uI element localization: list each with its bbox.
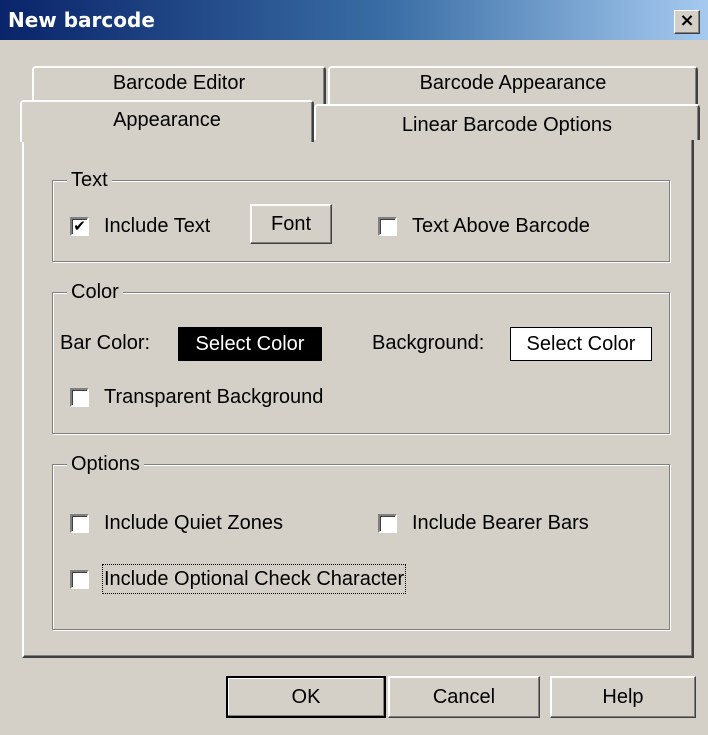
tab-label: Barcode Appearance bbox=[419, 72, 607, 94]
close-icon: × bbox=[679, 10, 695, 31]
tab-barcode-editor[interactable]: Barcode Editor bbox=[32, 66, 326, 104]
color-group-label: Color bbox=[67, 279, 123, 305]
include-quiet-zones-checkbox[interactable] bbox=[70, 514, 89, 533]
cancel-button-label: Cancel bbox=[432, 686, 496, 708]
tab-barcode-appearance[interactable]: Barcode Appearance bbox=[328, 66, 698, 104]
help-button[interactable]: Help bbox=[550, 676, 696, 718]
cancel-button[interactable]: Cancel bbox=[388, 676, 540, 718]
ok-button[interactable]: OK bbox=[226, 676, 386, 718]
include-optional-check-character-checkbox[interactable] bbox=[70, 570, 89, 589]
bar-color-label: Bar Color: bbox=[60, 332, 151, 354]
background-color-button[interactable]: Select Color bbox=[510, 327, 652, 361]
text-above-barcode-label: Text Above Barcode bbox=[412, 215, 590, 237]
tab-label: Barcode Editor bbox=[112, 72, 246, 94]
background-label: Background: bbox=[372, 332, 485, 354]
text-above-barcode-checkbox[interactable] bbox=[378, 217, 397, 236]
include-text-checkbox[interactable]: ✔ bbox=[70, 217, 89, 236]
checkmark-icon: ✔ bbox=[73, 217, 86, 235]
title-bar: New barcode × bbox=[0, 0, 708, 40]
tab-appearance[interactable]: Appearance bbox=[20, 100, 314, 142]
text-group-label: Text bbox=[67, 167, 112, 193]
background-color-button-label: Select Color bbox=[526, 333, 636, 355]
help-button-label: Help bbox=[602, 686, 644, 708]
include-bearer-bars-label: Include Bearer Bars bbox=[412, 512, 589, 534]
color-group: Color bbox=[52, 279, 670, 434]
include-bearer-bars-checkbox[interactable] bbox=[378, 514, 397, 533]
include-quiet-zones-label: Include Quiet Zones bbox=[104, 512, 283, 534]
close-button[interactable]: × bbox=[674, 10, 700, 34]
tab-label: Linear Barcode Options bbox=[401, 114, 613, 136]
tab-linear-barcode-options[interactable]: Linear Barcode Options bbox=[314, 104, 700, 140]
bar-color-button[interactable]: Select Color bbox=[178, 327, 322, 361]
include-text-label: Include Text bbox=[104, 215, 211, 237]
tab-panel-appearance: Text ✔ Include Text Font Text Above Barc… bbox=[22, 134, 694, 658]
ok-button-label: OK bbox=[291, 686, 321, 708]
tab-label: Appearance bbox=[113, 109, 221, 131]
options-group: Options bbox=[52, 451, 670, 630]
window-title: New barcode bbox=[8, 8, 155, 32]
include-optional-check-character-label: Include Optional Check Character bbox=[101, 564, 407, 594]
bar-color-button-label: Select Color bbox=[195, 333, 305, 355]
options-group-label: Options bbox=[67, 451, 144, 477]
transparent-background-checkbox[interactable] bbox=[70, 388, 89, 407]
font-button[interactable]: Font bbox=[250, 204, 332, 244]
transparent-background-label: Transparent Background bbox=[104, 386, 324, 408]
font-button-label: Font bbox=[270, 213, 312, 235]
